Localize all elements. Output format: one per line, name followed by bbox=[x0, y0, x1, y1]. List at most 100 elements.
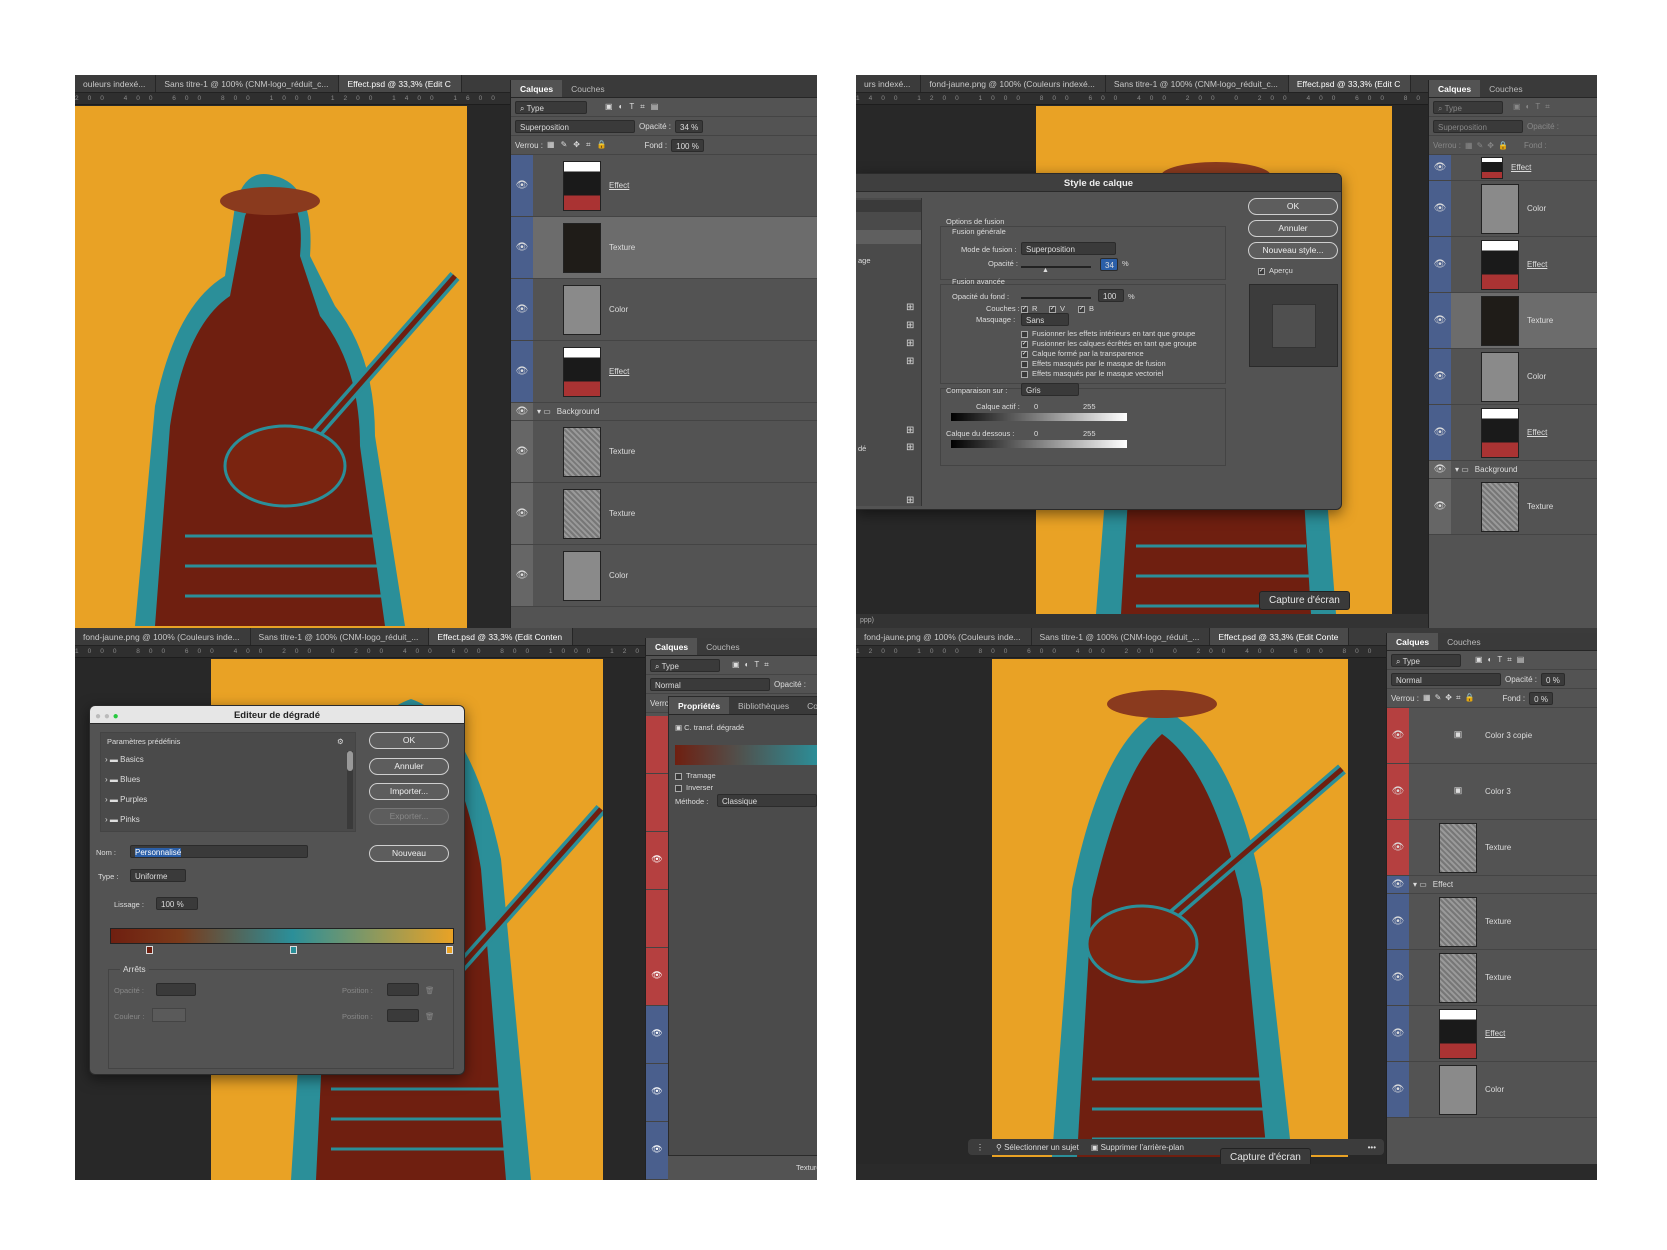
cancel-button[interactable]: Annuler bbox=[369, 758, 449, 775]
gear-icon[interactable]: ⚙ bbox=[337, 737, 344, 746]
eye-icon[interactable]: 👁 bbox=[1429, 349, 1451, 404]
layer-row[interactable]: 👁 Texture bbox=[1387, 950, 1597, 1006]
cancel-button[interactable]: Annuler bbox=[1248, 220, 1338, 237]
preset-folder[interactable]: › ▬ Basics bbox=[105, 751, 345, 771]
select-subject-button[interactable]: ⚲ Sélectionner un sujet bbox=[996, 1143, 1079, 1152]
layer-row[interactable]: 👁 Effect bbox=[1429, 237, 1597, 293]
blend-mode-select[interactable]: Normal bbox=[1391, 672, 1501, 686]
fill-value[interactable]: 100 bbox=[1098, 289, 1124, 302]
preset-folder[interactable]: › ▬ Purples bbox=[105, 791, 345, 811]
layer-filter[interactable]: ⌕ Type bbox=[650, 658, 720, 672]
new-style-button[interactable]: Nouveau style... bbox=[1248, 242, 1338, 259]
new-button[interactable]: Nouveau bbox=[369, 845, 449, 862]
opacity-value[interactable]: 34 bbox=[1100, 258, 1118, 271]
layer-row[interactable]: 👁 Color bbox=[1387, 1062, 1597, 1118]
tab-calques[interactable]: Calques bbox=[1387, 633, 1439, 650]
channel-r[interactable]: ✓ R bbox=[1021, 304, 1037, 313]
layer-filter[interactable]: ⌕ Type bbox=[1391, 653, 1461, 667]
eye-icon[interactable]: 👁 bbox=[511, 545, 533, 606]
doc-tab[interactable]: Effect.psd @ 33,3% (Edit Conten bbox=[429, 628, 574, 645]
preset-folder[interactable]: › ▬ Pinks bbox=[105, 811, 345, 831]
q4-canvas[interactable] bbox=[992, 659, 1348, 1157]
add-effect-icon[interactable]: ⊞ bbox=[906, 302, 914, 313]
eye-icon[interactable]: 👁 bbox=[1387, 950, 1409, 1005]
lock-icons[interactable]: ▦✎✥⌗🔒 bbox=[1423, 693, 1478, 703]
add-effect-icon[interactable]: ⊞ bbox=[906, 320, 914, 331]
doc-tab[interactable]: Sans titre-1 @ 100% (CNM-logo_réduit_c..… bbox=[1106, 75, 1289, 92]
eye-icon[interactable]: 👁 bbox=[511, 421, 533, 482]
advanced-checkbox[interactable]: Effets masqués par le masque de fusion bbox=[1021, 359, 1197, 369]
eye-icon[interactable]: 👁 bbox=[1429, 461, 1451, 478]
gradient-bar[interactable] bbox=[110, 928, 454, 944]
name-input[interactable]: Personnalisé bbox=[130, 845, 308, 858]
tab-couches[interactable]: Couches bbox=[697, 638, 749, 655]
eye-icon[interactable]: 👁 bbox=[511, 483, 533, 544]
chevron-right-icon[interactable]: › bbox=[105, 815, 108, 824]
style-item[interactable]: age bbox=[858, 256, 871, 265]
advanced-checkbox[interactable]: ✓ Fusionner les calques écrêtés en tant q… bbox=[1021, 339, 1197, 349]
doc-tab[interactable]: ouleurs indexé... bbox=[75, 75, 157, 92]
layer-row[interactable]: 👁 Texture bbox=[511, 421, 817, 483]
eye-icon[interactable]: 👁 bbox=[1387, 764, 1409, 819]
doc-tab[interactable]: Effect.psd @ 33,3% (Edit Conte bbox=[1210, 628, 1350, 645]
layer-row[interactable]: 👁 Effect bbox=[511, 341, 817, 403]
layer-row[interactable]: 👁 Color bbox=[511, 545, 817, 607]
reverse-checkbox[interactable]: Inverser bbox=[675, 783, 713, 792]
eye-icon[interactable]: 👁 bbox=[1429, 479, 1451, 534]
advanced-checkbox[interactable]: ✓ Calque formé par la transparence bbox=[1021, 349, 1197, 359]
eye-icon[interactable]: 👁 bbox=[1387, 894, 1409, 949]
eye-icon[interactable]: 👁 bbox=[646, 1064, 668, 1122]
tab-bibliotheques[interactable]: Bibliothèques bbox=[729, 697, 798, 714]
doc-tab[interactable]: Sans titre-1 @ 100% (CNM-logo_réduit_... bbox=[251, 628, 430, 645]
layer-row[interactable]: 👁 Texture bbox=[1429, 479, 1597, 535]
layer-filter[interactable]: ⌕ Type bbox=[515, 100, 587, 114]
color-stop[interactable] bbox=[290, 946, 297, 954]
chevron-right-icon[interactable]: › bbox=[105, 775, 108, 784]
tab-more[interactable]: Co bbox=[798, 697, 817, 714]
eye-icon[interactable]: 👁 bbox=[1387, 820, 1409, 875]
doc-tab[interactable]: fond-jaune.png @ 100% (Couleurs inde... bbox=[856, 628, 1032, 645]
layer-row[interactable]: 👁 Color bbox=[511, 279, 817, 341]
underlying-layer-ramp[interactable] bbox=[951, 440, 1127, 448]
eye-icon[interactable]: 👁 bbox=[511, 217, 533, 278]
layer-row[interactable]: 👁 Color bbox=[1429, 181, 1597, 237]
eye-icon[interactable]: 👁 bbox=[1387, 708, 1409, 763]
visibility-slot[interactable] bbox=[646, 716, 668, 774]
layer-row[interactable]: 👁 Texture bbox=[1429, 293, 1597, 349]
layer-row[interactable]: 👁 Effect bbox=[1387, 1006, 1597, 1062]
group-effect[interactable]: 👁 ▾ ▭ Effect bbox=[1387, 876, 1597, 894]
visibility-slot[interactable] bbox=[646, 890, 668, 948]
ok-button[interactable]: OK bbox=[1248, 198, 1338, 215]
tab-couches[interactable]: Couches bbox=[1438, 633, 1490, 650]
advanced-checkbox[interactable]: Fusionner les effets intérieurs en tant … bbox=[1021, 329, 1197, 339]
add-effect-icon[interactable]: ⊞ bbox=[906, 425, 914, 436]
style-list[interactable]: age dé ⊞ ⊞ ⊞ ⊞ ⊞ ⊞ ⊞ bbox=[856, 198, 922, 506]
window-controls-icon[interactable]: ● ● ● bbox=[95, 711, 119, 722]
layer-row[interactable]: 👁 ▣ Color 3 copie bbox=[1387, 708, 1597, 764]
eye-icon[interactable]: 👁 bbox=[1387, 1006, 1409, 1061]
lock-icons[interactable]: ▦✎✥⌗🔒 bbox=[547, 140, 612, 150]
filter-icons[interactable]: ▣◐T⌗▤ bbox=[1475, 655, 1529, 665]
type-select[interactable]: Uniforme bbox=[130, 869, 186, 882]
remove-background-button[interactable]: ▣ Supprimer l'arrière-plan bbox=[1091, 1143, 1184, 1152]
doc-tab[interactable]: Effect.psd @ 33,3% (Edit C bbox=[339, 75, 462, 92]
advanced-checkbox[interactable]: Effets masqués par le masque vectoriel bbox=[1021, 369, 1197, 379]
channel-v[interactable]: ✓ V bbox=[1049, 304, 1065, 313]
doc-tab[interactable]: Sans titre-1 @ 100% (CNM-logo_réduit_c..… bbox=[156, 75, 340, 92]
layer-filter[interactable]: ⌕ Type bbox=[1433, 100, 1503, 114]
tab-proprietes[interactable]: Propriétés bbox=[669, 697, 730, 714]
layer-row[interactable]: 👁 Effect bbox=[511, 155, 817, 217]
lock-icons[interactable]: ▦✎✥🔒 bbox=[1465, 141, 1512, 150]
preset-folder[interactable]: › ▬ Blues bbox=[105, 771, 345, 791]
blend-if-select[interactable]: Gris bbox=[1021, 383, 1079, 396]
grip-icon[interactable]: ⋮ bbox=[976, 1143, 984, 1152]
eye-icon[interactable]: 👁 bbox=[646, 1122, 668, 1180]
layer-row[interactable]: 👁 Effect bbox=[1429, 405, 1597, 461]
tab-couches[interactable]: Couches bbox=[1480, 80, 1532, 97]
style-item[interactable]: dé bbox=[858, 444, 866, 453]
eye-icon[interactable]: 👁 bbox=[646, 1006, 668, 1064]
eye-icon[interactable]: 👁 bbox=[1429, 237, 1451, 292]
eye-icon[interactable]: 👁 bbox=[1429, 155, 1451, 180]
chevron-right-icon[interactable]: › bbox=[105, 795, 108, 804]
doc-tab[interactable]: Sans titre-1 @ 100% (CNM-logo_réduit_... bbox=[1032, 628, 1211, 645]
